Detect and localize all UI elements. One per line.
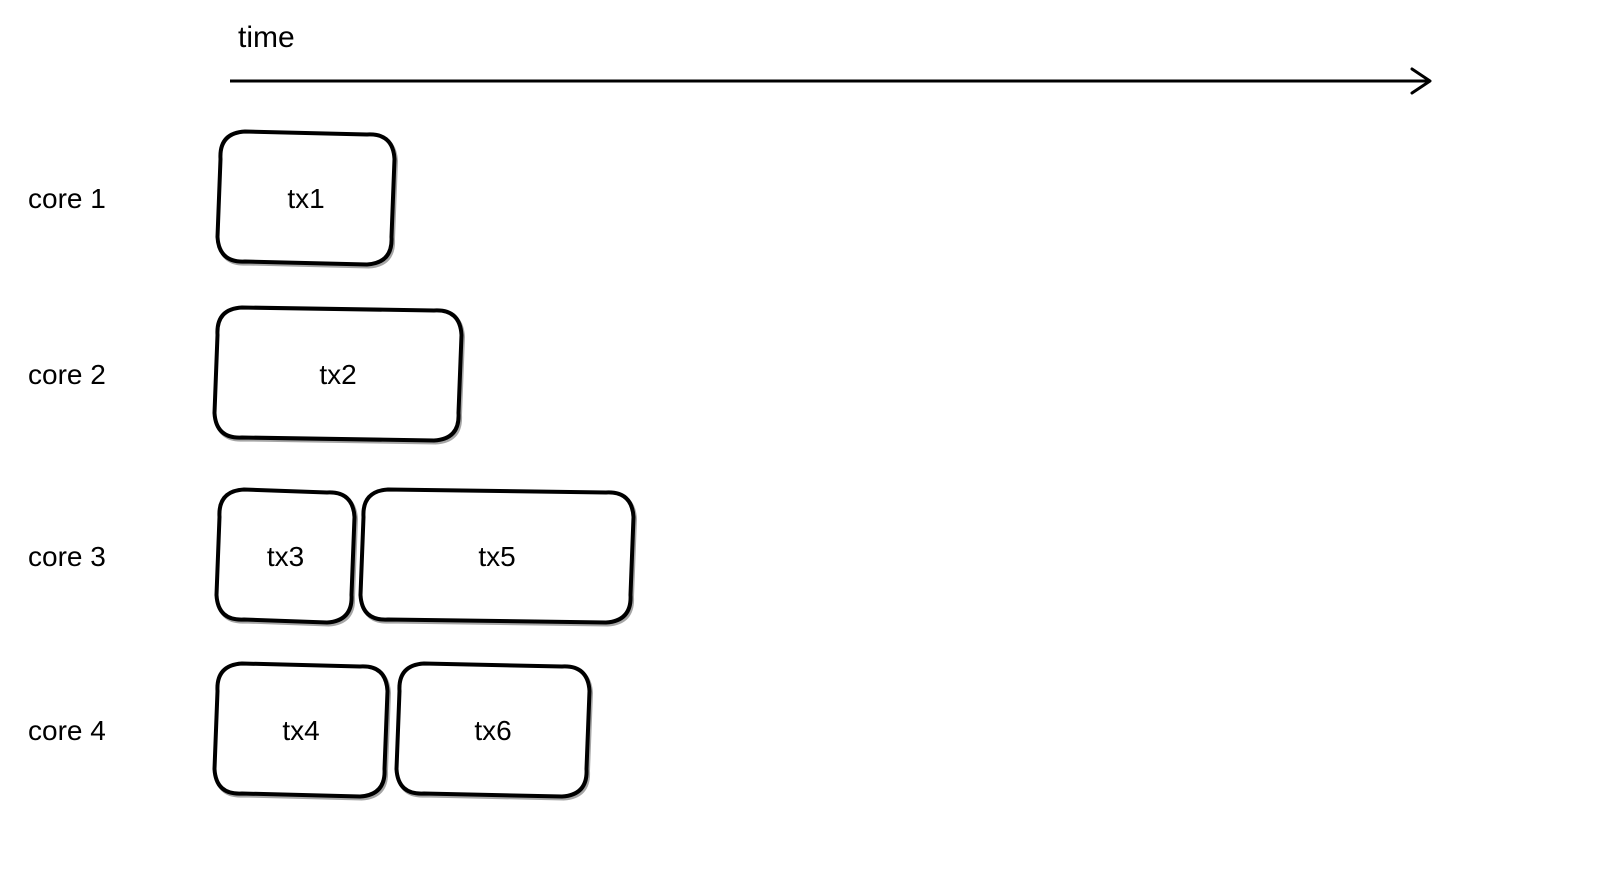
row-label-3: core 4	[28, 715, 106, 746]
tx-label-tx2: tx2	[319, 359, 356, 390]
rows-container: core 1 tx1 core 2 tx2 core 3 tx3 tx5 core 4 tx4 t…	[28, 132, 635, 799]
tx-label-tx1: tx1	[287, 183, 324, 214]
row-label-2: core 3	[28, 541, 106, 572]
tx-box-tx5: tx5	[361, 490, 636, 625]
tx-label-tx5: tx5	[478, 541, 515, 572]
axis-label: time	[238, 21, 295, 54]
tx-label-tx6: tx6	[474, 715, 511, 746]
tx-label-tx3: tx3	[267, 541, 304, 572]
tx-box-tx4: tx4	[215, 664, 390, 799]
timeline-diagram: time core 1tx1core 2tx2core 3tx3tx5core …	[0, 0, 1600, 895]
time-axis-arrow	[230, 69, 1430, 93]
tx-box-tx2: tx2	[215, 308, 464, 443]
tx-box-tx3: tx3	[217, 490, 357, 625]
row-label-1: core 2	[28, 359, 106, 390]
tx-box-tx6: tx6	[397, 664, 592, 799]
tx-box-tx1: tx1	[218, 132, 397, 267]
row-label-0: core 1	[28, 183, 106, 214]
tx-label-tx4: tx4	[282, 715, 319, 746]
